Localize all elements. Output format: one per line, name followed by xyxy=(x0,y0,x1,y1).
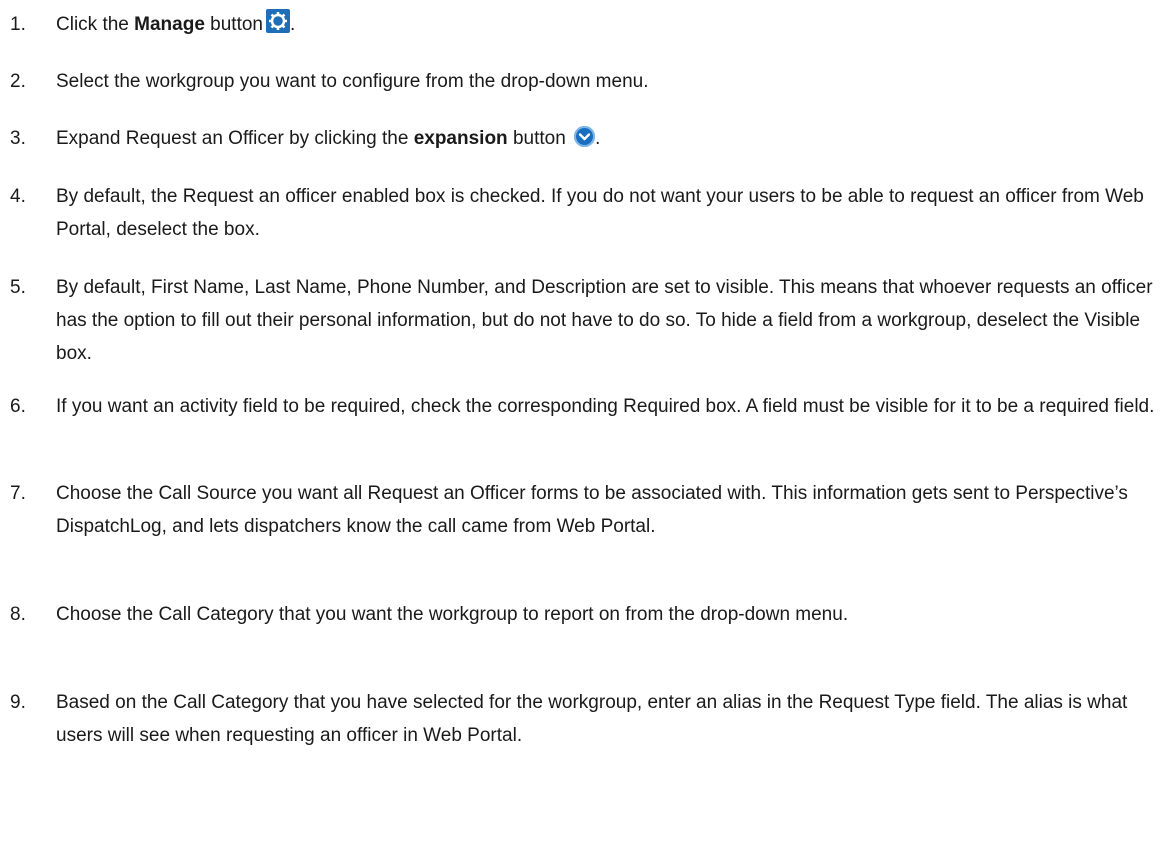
step-number: 6. xyxy=(10,396,26,417)
step-text: By default, the Request an officer enabl… xyxy=(56,186,1144,240)
step-number: 9. xyxy=(10,692,26,713)
step-text: By default, First Name, Last Name, Phone… xyxy=(56,277,1153,364)
expansion-label: expansion xyxy=(413,128,508,149)
gear-icon xyxy=(266,9,290,33)
step-number: 8. xyxy=(10,604,26,625)
step-number: 4. xyxy=(10,186,26,207)
step-number: 1. xyxy=(10,14,26,35)
step-text: If you want an activity field to be requ… xyxy=(56,396,1155,417)
step-number: 2. xyxy=(10,71,26,92)
step-text: Choose the Call Category that you want t… xyxy=(56,604,849,625)
chevron-down-circle-icon xyxy=(574,126,596,147)
step-number: 3. xyxy=(10,128,26,149)
step-text: Choose the Call Source you want all Requ… xyxy=(56,483,1128,537)
step-text: Expand Request an Officer by clicking th… xyxy=(56,126,601,149)
step-text: Select the workgroup you want to configu… xyxy=(56,71,649,92)
manage-label: Manage xyxy=(134,14,205,35)
step-text: Based on the Call Category that you have… xyxy=(56,692,1128,746)
step-text: Click the Manage button. xyxy=(56,8,1166,41)
step-number: 7. xyxy=(10,483,26,504)
step-number: 5. xyxy=(10,277,26,298)
